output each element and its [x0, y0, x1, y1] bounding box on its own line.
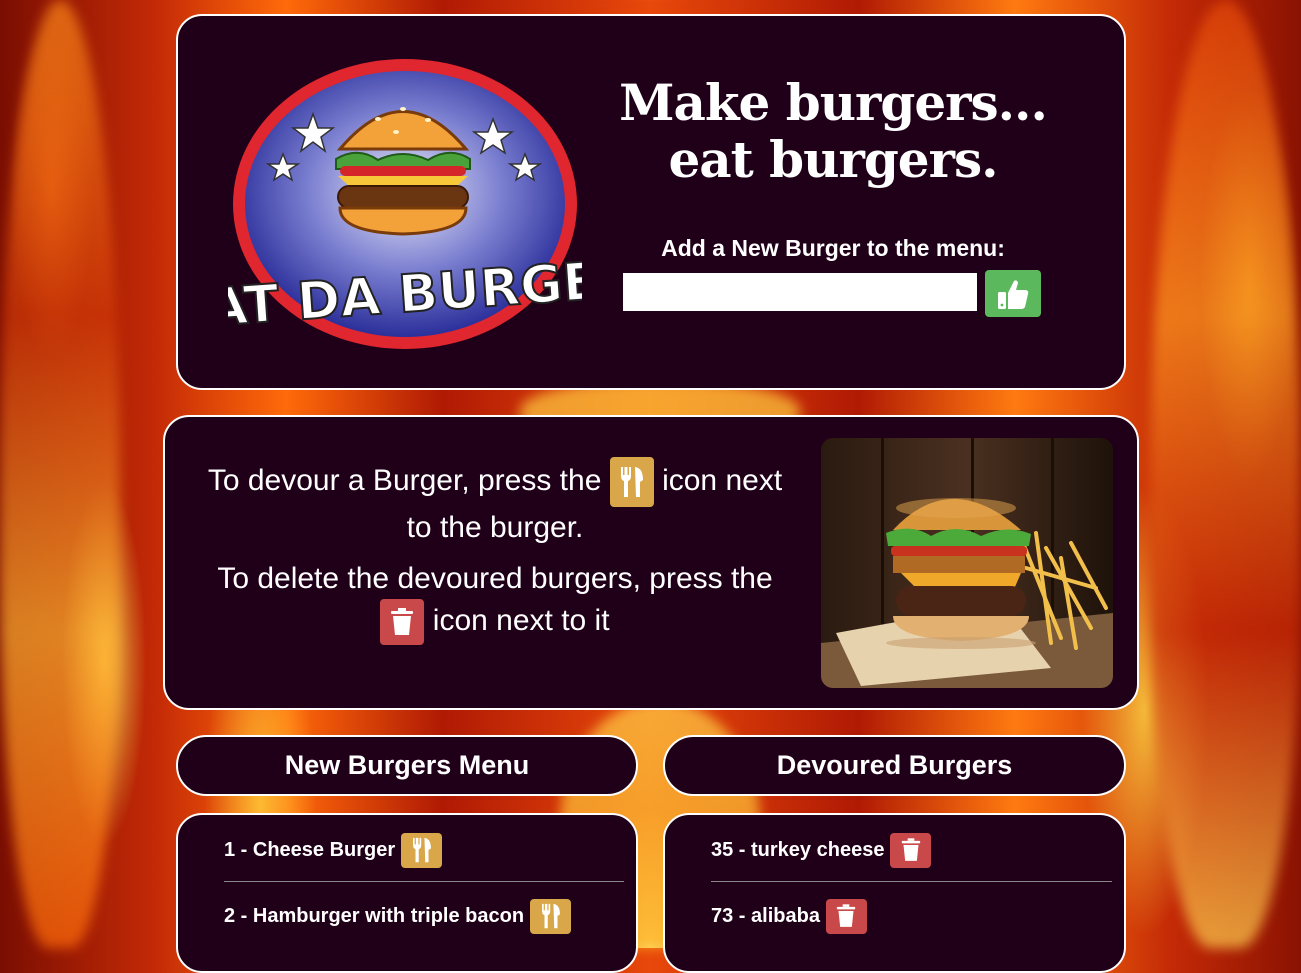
devoured-burgers-title: Devoured Burgers	[776, 750, 1013, 780]
devour-instruction-start: To devour a Burger, press the	[207, 463, 602, 497]
burger-name: 1 - Cheese Burger	[224, 838, 396, 861]
burger-name: 35 - turkey cheese	[711, 838, 885, 861]
headline-line-1: Make burgers...	[619, 73, 1048, 132]
utensils-icon	[541, 903, 560, 929]
eat-da-burger-logo: EAT DA BURGER	[228, 59, 582, 349]
add-burger-label: Add a New Burger to the menu:	[661, 235, 1005, 261]
devour-instruction: To devour a Burger, press the icon next …	[195, 457, 795, 548]
background-flame	[1150, 0, 1301, 948]
burger-name: 73 - alibaba	[711, 904, 820, 927]
burger-name: 2 - Hamburger with triple bacon	[224, 904, 525, 927]
headline-line-2: eat burgers.	[668, 130, 998, 189]
instructions-text: To devour a Burger, press the icon next …	[195, 457, 795, 645]
new-burgers-title: New Burgers Menu	[284, 750, 530, 780]
page-title: Make burgers... eat burgers.	[608, 74, 1058, 188]
thumbs-up-icon	[998, 279, 1029, 309]
instructions-panel: To devour a Burger, press the icon next …	[163, 415, 1139, 710]
delete-button[interactable]	[825, 898, 867, 934]
devoured-burgers-header: Devoured Burgers	[663, 735, 1126, 796]
trash-icon	[901, 838, 921, 861]
new-burger-input[interactable]	[623, 273, 977, 311]
devour-button[interactable]	[401, 832, 443, 868]
delete-instruction-start: To delete the devoured burgers, press th…	[217, 562, 773, 595]
delete-instruction: To delete the devoured burgers, press th…	[195, 558, 795, 645]
utensils-icon	[412, 837, 431, 863]
trash-icon	[380, 599, 425, 645]
list-item: 35 - turkey cheese	[711, 815, 1112, 885]
delete-button[interactable]	[890, 832, 932, 868]
add-burger-button[interactable]	[985, 270, 1041, 317]
burger-photo	[821, 438, 1113, 688]
background-flame	[0, 0, 120, 948]
list-item: 2 - Hamburger with triple bacon	[224, 881, 624, 951]
new-burgers-list: 1 - Cheese Burger 2 - Hamburger with tri…	[176, 813, 638, 973]
utensils-icon	[609, 457, 654, 507]
devoured-burgers-list: 35 - turkey cheese 73 - alibaba	[663, 813, 1126, 973]
hero-panel: EAT DA BURGER Make burgers... eat burger…	[176, 14, 1126, 390]
list-item: 73 - alibaba	[711, 881, 1112, 951]
delete-instruction-end: icon next to it	[432, 603, 610, 637]
new-burgers-header: New Burgers Menu	[176, 735, 638, 796]
trash-icon	[837, 904, 856, 927]
list-item: 1 - Cheese Burger	[224, 815, 624, 885]
devour-button[interactable]	[530, 898, 572, 934]
